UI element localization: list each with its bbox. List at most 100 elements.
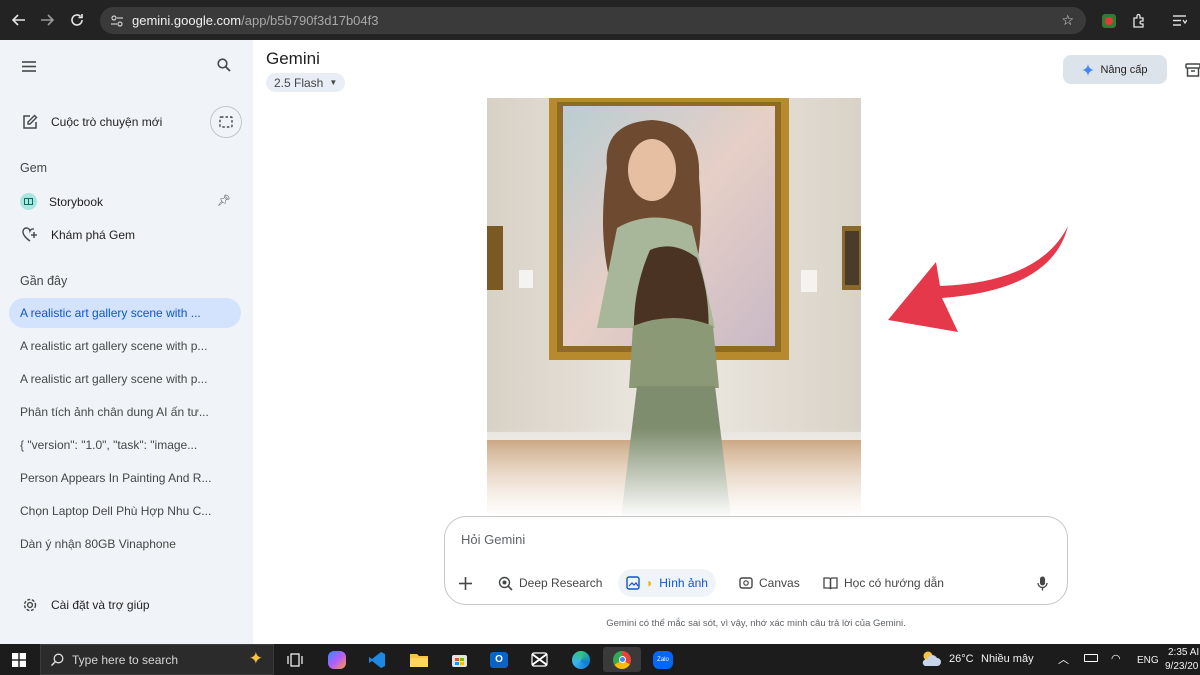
clock-time[interactable]: 2:35 AI [1168, 647, 1199, 658]
search-icon [51, 653, 64, 666]
forward-button[interactable] [32, 5, 62, 35]
caret-down-icon: ▼ [329, 78, 338, 87]
forward-arrow-icon [41, 14, 54, 26]
wifi-icon[interactable]: ◠ [1111, 652, 1121, 665]
taskbar-chrome[interactable] [603, 647, 641, 672]
upgrade-button[interactable]: Nâng cấp [1063, 55, 1167, 84]
canvas-button[interactable]: Canvas [739, 569, 800, 597]
reload-button[interactable] [62, 5, 92, 35]
extensions-puzzle-icon[interactable] [1128, 7, 1150, 34]
start-button[interactable] [12, 653, 26, 672]
recent-item[interactable]: Person Appears In Painting And R... [9, 463, 241, 493]
url-host: gemini.google.com [132, 13, 242, 28]
gear-icon [23, 598, 37, 612]
app-title: Gemini [266, 49, 320, 68]
new-chat-label: Cuộc trò chuyện mới [51, 115, 163, 129]
image-tool-label: Hình ảnh [659, 576, 708, 590]
vscode-icon [369, 651, 385, 668]
windows-logo-icon [12, 653, 26, 667]
taskbar-capcut[interactable] [520, 647, 558, 672]
taskbar-copilot[interactable] [318, 647, 356, 672]
add-button[interactable] [459, 569, 472, 597]
sidebar: Cuộc trò chuyện mới Gem Storybook 📌︎ Khá… [0, 40, 253, 644]
canvas-label: Canvas [759, 576, 800, 590]
recent-item-label: { "version": "1.0", "task": "image... [20, 438, 198, 452]
battery-icon[interactable] [1084, 654, 1098, 662]
edit-icon [23, 114, 38, 129]
heart-plus-icon [22, 227, 37, 242]
prompt-box: Hỏi Gemini Deep Research ◗ Hình ảnh Canv… [444, 516, 1068, 605]
storybook-icon [20, 193, 37, 210]
taskbar-search-placeholder: Type here to search [72, 652, 179, 667]
pin-icon[interactable]: 📌︎ [217, 194, 231, 207]
clock-date[interactable]: 9/23/20 [1165, 661, 1198, 672]
canvas-icon [739, 577, 753, 589]
recent-item-label: Person Appears In Painting And R... [20, 471, 212, 485]
gem-label: Storybook [49, 194, 104, 209]
recent-item-label: A realistic art gallery scene with p... [20, 372, 208, 386]
taskbar-store[interactable] [440, 647, 478, 672]
search-icon [217, 58, 231, 72]
temporary-chat-button[interactable] [210, 106, 242, 138]
task-view-icon [287, 652, 303, 667]
banana-icon: ◗ [646, 576, 654, 590]
recent-item-label: A realistic art gallery scene with ... [20, 306, 201, 320]
recent-item-label: Phân tích ảnh chân dung AI ấn tư... [20, 405, 209, 419]
recent-item-label: Chọn Laptop Dell Phù Hợp Nhu C... [20, 504, 212, 518]
prompt-input[interactable]: Hỏi Gemini [461, 532, 525, 547]
outlook-icon: O [490, 651, 508, 668]
recent-item[interactable]: Phân tích ảnh chân dung AI ấn tư... [9, 397, 241, 427]
taskbar-file-explorer[interactable] [400, 647, 438, 672]
model-label: 2.5 Flash [274, 75, 324, 90]
url-path: /app/b5b790f3d17b04f3 [241, 13, 379, 28]
recent-item[interactable]: A realistic art gallery scene with ... [9, 298, 241, 328]
gem-item-storybook[interactable]: Storybook 📌︎ [20, 193, 235, 210]
upgrade-label: Nâng cấp [1100, 63, 1148, 76]
task-view-button[interactable] [276, 647, 314, 672]
extension-record-icon[interactable] [1098, 7, 1120, 34]
recent-item[interactable]: Dàn ý nhận 80GB Vinaphone [9, 529, 241, 559]
image-icon [626, 576, 640, 590]
generated-image[interactable] [487, 98, 861, 518]
menu-button[interactable] [22, 59, 36, 77]
capcut-icon [530, 652, 548, 667]
recent-item[interactable]: { "version": "1.0", "task": "image... [9, 430, 241, 460]
microphone-button[interactable] [1037, 569, 1048, 597]
disclaimer-text: Gemini có thể mắc sai sót, vì vậy, nhớ x… [606, 618, 906, 629]
recent-item[interactable]: Chọn Laptop Dell Phù Hợp Nhu C... [9, 496, 241, 526]
weather-icon[interactable] [920, 650, 942, 673]
microphone-icon [1037, 576, 1048, 590]
new-chat-button[interactable]: Cuộc trò chuyện mới [22, 114, 162, 130]
address-bar[interactable]: gemini.google.com/app/b5b790f3d17b04f3 ☆ [100, 7, 1086, 34]
reload-icon [71, 14, 83, 26]
taskbar-outlook[interactable]: O [480, 647, 518, 672]
recent-item-label: A realistic art gallery scene with p... [20, 339, 208, 353]
taskbar-edge[interactable] [562, 647, 600, 672]
copilot-icon [328, 650, 346, 669]
gem-heading: Gem [20, 161, 48, 175]
taskbar-vscode[interactable] [358, 647, 396, 672]
deep-research-button[interactable]: Deep Research [498, 569, 602, 597]
recent-heading: Gần đây [20, 274, 68, 288]
guided-learning-button[interactable]: Học có hướng dẫn [823, 569, 944, 597]
settings-help-button[interactable]: Cài đặt và trợ giúp [22, 597, 150, 613]
search-button[interactable] [217, 58, 231, 77]
language-indicator[interactable]: ENG [1137, 655, 1159, 666]
recent-item-label: Dàn ý nhận 80GB Vinaphone [20, 537, 176, 551]
image-tool-button[interactable]: ◗ Hình ảnh [618, 569, 716, 597]
explore-gems-button[interactable]: Khám phá Gem [22, 227, 135, 242]
taskbar-search[interactable]: Type here to search ✦ [40, 644, 274, 675]
reading-list-icon[interactable] [1168, 7, 1190, 34]
weather-description: Nhiều mây [981, 653, 1034, 665]
recent-item[interactable]: A realistic art gallery scene with p... [9, 364, 241, 394]
gemini-sparkle-icon [1082, 63, 1095, 76]
chevron-up-icon[interactable]: ︿ [1058, 651, 1069, 667]
model-selector[interactable]: 2.5 Flash ▼ [266, 73, 346, 92]
folder-icon [410, 654, 428, 667]
back-button[interactable] [4, 5, 34, 35]
taskbar-zalo[interactable]: Zalo [644, 647, 682, 672]
recent-item[interactable]: A realistic art gallery scene with p... [9, 331, 241, 361]
gem-manager-icon[interactable] [1185, 62, 1200, 83]
weather-temperature: 26°C [949, 653, 974, 665]
bookmark-star-icon[interactable]: ☆ [1061, 12, 1074, 29]
